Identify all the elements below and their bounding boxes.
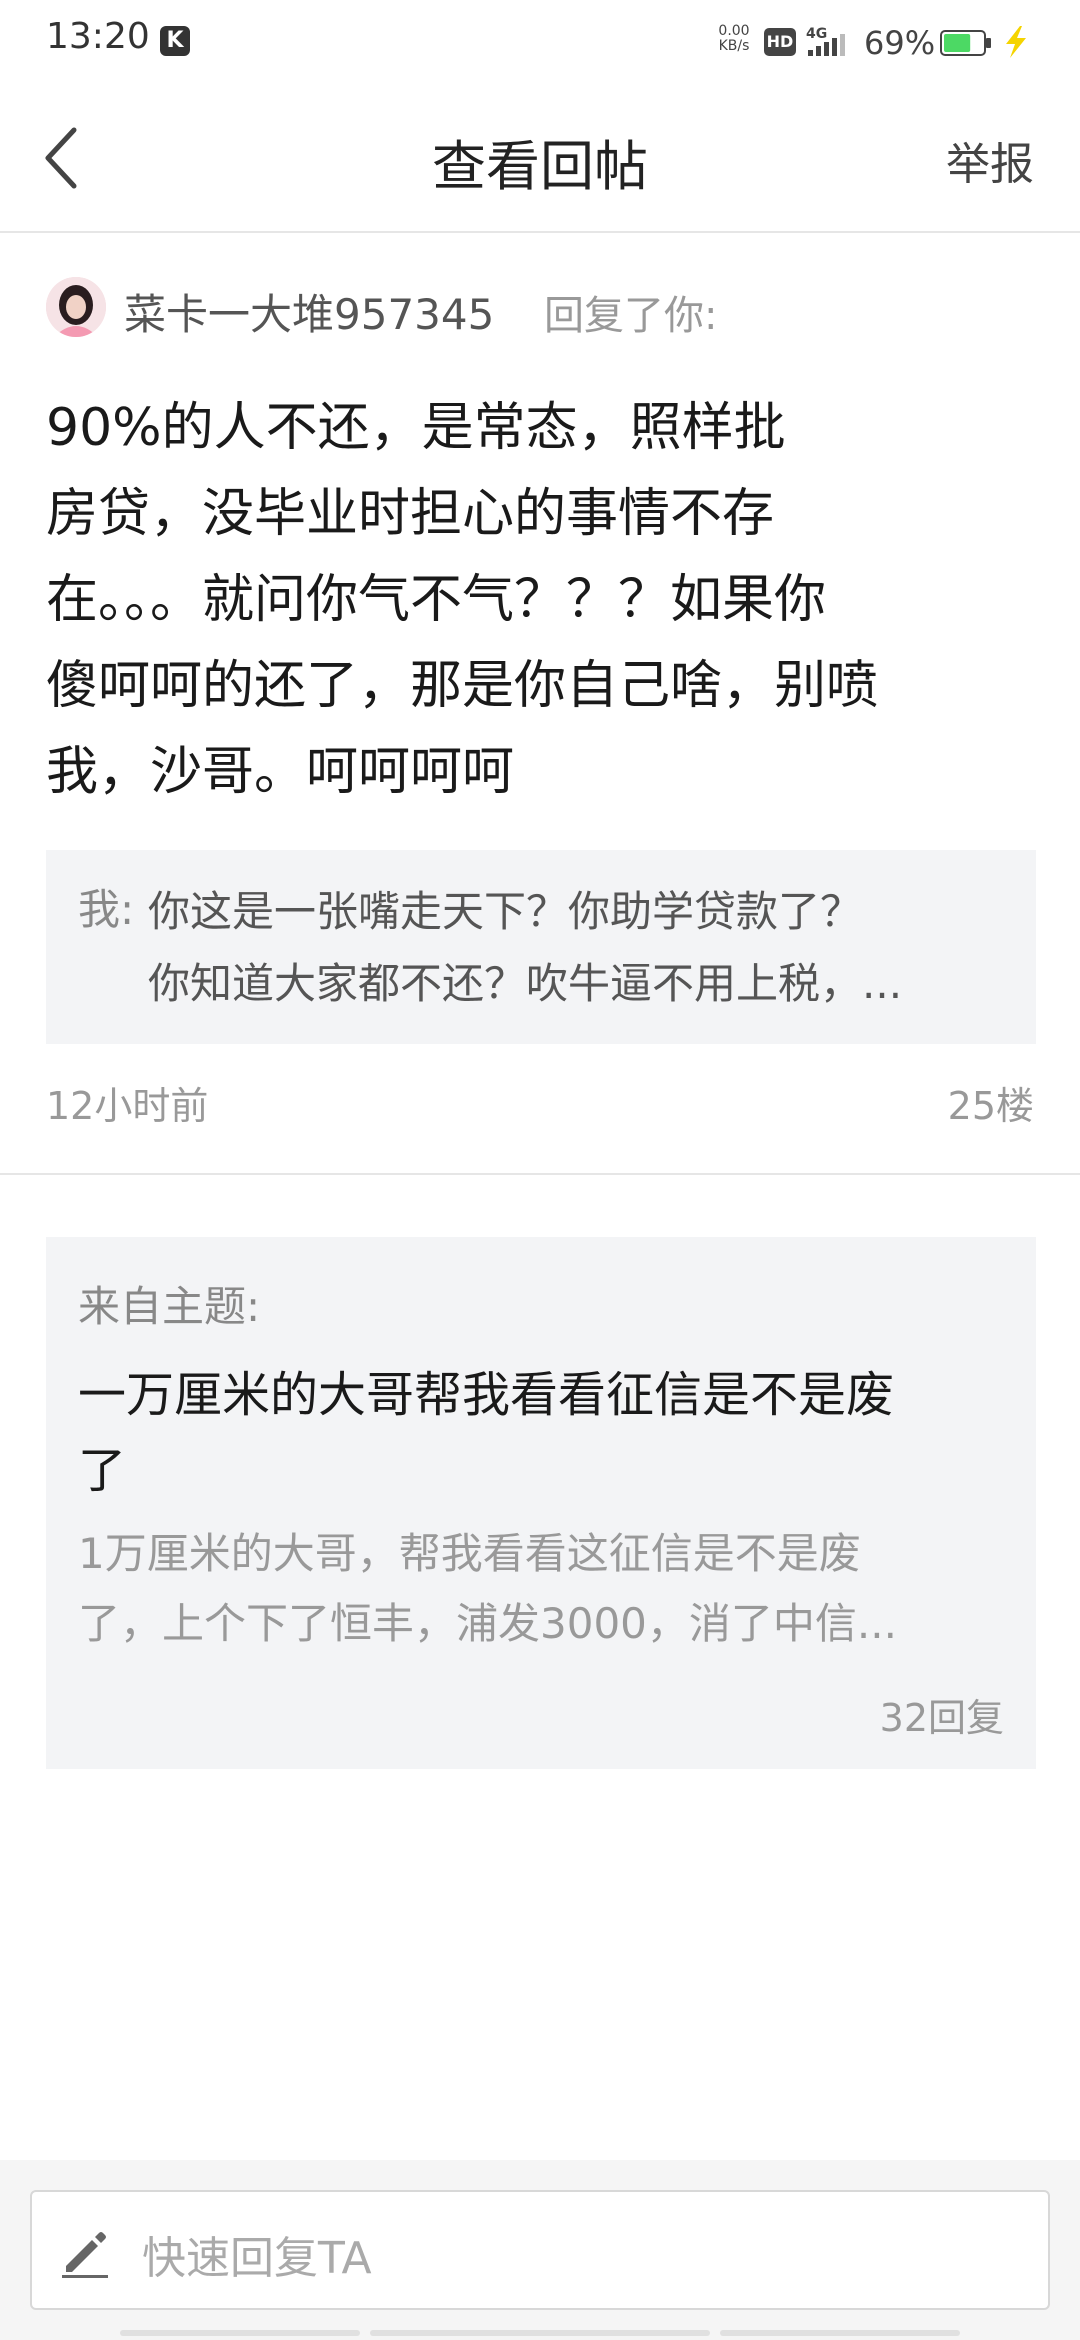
status-bar: 13:20 K 0.00 KB/s HD 4G 69% [0,0,1080,88]
topic-title-line: 一万厘米的大哥帮我看看征信是不是废 [78,1367,895,1423]
hd-icon: HD [764,28,796,56]
network-speed-unit: KB/s [718,38,750,54]
source-topic-card[interactable]: 来自主题: 一万厘米的大哥帮我看看征信是不是废 了 1万厘米的大哥，帮我看看这征… [46,1237,1036,1769]
floor-number: 25楼 [947,1084,1034,1128]
topic-excerpt: 1万厘米的大哥，帮我看看这征信是不是废 了，上个下了恒丰，浦发3000，消了中信… [78,1519,1008,1659]
charging-icon [1006,26,1026,58]
page: 13:20 K 0.00 KB/s HD 4G 69% 查看回帖 举报 菜卡一大… [0,0,1080,2340]
topic-title-line: 了 [78,1443,127,1499]
topic-reply-count: 32回复 [879,1696,1004,1740]
avatar[interactable] [46,277,106,337]
reply-content-line: 在。。。就问你气不气？？？如果你 [46,570,827,630]
reply-content-line: 傻呵呵的还了，那是你自己啥，别喷 [46,656,879,716]
timestamp: 12小时前 [46,1084,209,1128]
reply-card: 菜卡一大堆957345 回复了你: 90%的人不还，是常态，照样批 房贷，没毕业… [0,235,1080,1175]
topic-excerpt-line: 1万厘米的大哥，帮我看看这征信是不是废 [78,1529,861,1578]
report-button[interactable]: 举报 [946,128,1034,192]
app-notification-icon: K [160,26,190,56]
nav-hint-bar [120,2330,360,2336]
reply-content-line: 我，沙哥。呵呵呵呵 [46,742,515,802]
header: 查看回帖 举报 [0,88,1080,233]
pencil-icon [62,2232,108,2278]
quoted-comment[interactable]: 我: 你这是一张嘴走天下？你助学贷款了？ 你知道大家都不还？吹牛逼不用上税，..… [46,850,1036,1044]
battery-percent: 69% [864,24,936,62]
quote-text: 你这是一张嘴走天下？你助学贷款了？ 你知道大家都不还？吹牛逼不用上税，... [148,876,1008,1020]
battery-icon [940,30,991,56]
quote-prefix: 我: [78,885,135,934]
topic-excerpt-line: 了，上个下了恒丰，浦发3000，消了中信... [78,1599,897,1648]
page-title: 查看回帖 [432,135,648,198]
topic-title: 一万厘米的大哥帮我看看征信是不是废 了 [78,1357,1008,1509]
quick-reply-placeholder: 快速回复TA [142,2233,372,2284]
network-type-label: 4G [806,26,827,42]
network-speed-value: 0.00 [718,23,750,39]
username[interactable]: 菜卡一大堆957345 [124,281,494,342]
quick-reply-input[interactable]: 快速回复TA [30,2190,1050,2310]
signal-icon: 4G [806,26,845,56]
status-time: 13:20 [46,16,150,57]
network-speed: 0.00 KB/s [712,24,756,54]
nav-hint-bar [370,2330,710,2336]
avatar-image [46,277,106,337]
battery-fill [944,34,971,52]
quote-line: 你这是一张嘴走天下？你助学贷款了？ [148,887,863,936]
quote-line: 你知道大家都不还？吹牛逼不用上税，... [148,959,903,1008]
reply-content-line: 90%的人不还，是常态，照样批 [46,398,786,458]
reply-tag: 回复了你: [544,293,718,339]
nav-hint-bar [720,2330,960,2336]
reply-content: 90%的人不还，是常态，照样批 房贷，没毕业时担心的事情不存 在。。。就问你气不… [46,385,1006,815]
reply-content-line: 房贷，没毕业时担心的事情不存 [46,484,775,544]
topic-from-label: 来自主题: [78,1282,261,1331]
bottom-reply-bar: 快速回复TA [0,2160,1080,2340]
